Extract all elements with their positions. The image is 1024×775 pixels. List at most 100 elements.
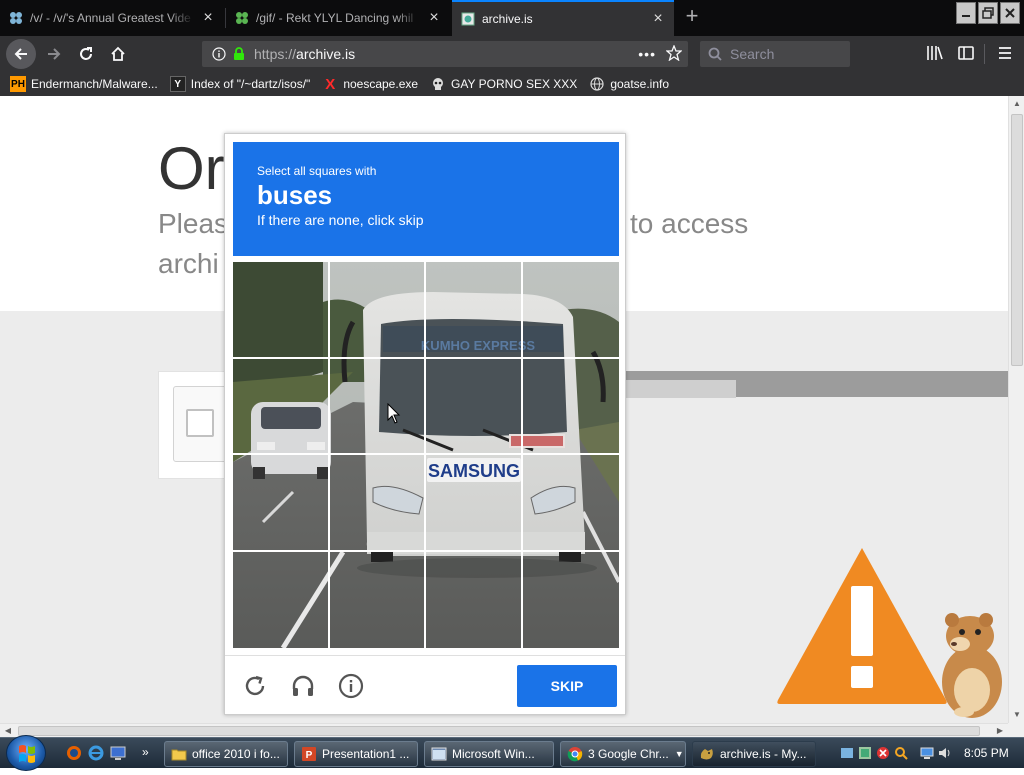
tab-close-icon[interactable]: × [426,9,442,27]
grid-tile[interactable] [233,262,330,359]
grid-tile[interactable] [522,359,619,455]
tray-app-icon[interactable] [840,746,854,760]
home-button[interactable] [104,40,132,68]
scroll-down-icon[interactable]: ▼ [1009,707,1024,723]
tab-close-icon[interactable]: × [650,10,666,28]
grid-tile[interactable] [426,358,523,455]
horizontal-scrollbar[interactable]: ◀ ▶ [0,723,1008,737]
tab-archive[interactable]: archive.is × [452,0,674,36]
grid-tile[interactable] [426,455,523,552]
taskbar-item-label: 3 Google Chr... [588,747,669,761]
url-bar[interactable]: https://archive.is ••• [202,41,688,67]
taskbar-item-label: Presentation1 ... [322,747,410,761]
site-info-icon[interactable] [208,47,230,61]
grid-tile[interactable] [523,552,620,649]
toolbar-separator [984,44,985,64]
scroll-thumb[interactable] [18,726,980,736]
arrow-left-icon [14,48,27,60]
x-icon: X [325,75,336,93]
bookmarks-toolbar: PH Endermanch/Malware... Y Index of "/~d… [0,72,1024,96]
tab-gif[interactable]: /gif/ - Rekt YLYL Dancing whil × [226,2,450,34]
grid-tile[interactable] [426,551,523,648]
new-tab-button[interactable]: + [680,4,704,28]
taskbar-item-windows[interactable]: Microsoft Win... [424,741,554,767]
grid-tile[interactable] [329,455,426,552]
bookmark-item[interactable]: Y Index of "/~dartz/isos/" [169,76,310,92]
library-icon[interactable] [926,44,944,65]
taskbar-item-label: archive.is - My... [720,747,807,761]
restore-button[interactable] [978,2,998,24]
sidebar-icon[interactable] [957,44,975,65]
search-input[interactable]: Search [700,41,850,67]
svg-text:P: P [306,750,313,761]
taskbar-item-powerpoint[interactable]: P Presentation1 ... [294,741,418,767]
grid-tile[interactable] [329,262,426,359]
bookmark-item[interactable]: X noescape.exe [322,75,418,93]
grid-tile[interactable] [233,551,330,648]
tray-error-icon[interactable] [876,746,890,760]
taskbar-item-firefox[interactable]: archive.is - My... [692,741,816,767]
tab-title: /gif/ - Rekt YLYL Dancing whil [256,11,414,25]
scroll-thumb[interactable] [1011,114,1023,366]
grid-tile[interactable] [233,358,330,455]
bookmark-item[interactable]: GAY PORNO SEX XXX [430,76,577,92]
bookmark-label: goatse.info [610,77,670,91]
folder-icon [171,749,187,761]
quicklaunch-overflow-icon[interactable]: » [142,745,158,761]
window-icon [431,747,447,761]
y-site-icon: Y [169,76,186,92]
scroll-up-icon[interactable]: ▲ [1009,96,1024,112]
tray-network-icon[interactable] [858,746,872,760]
group-dropdown-icon[interactable]: ▼ [675,749,684,759]
audio-challenge-icon[interactable] [289,672,317,700]
back-button[interactable] [6,39,36,69]
taskbar-clock[interactable]: 8:05 PM [964,746,1009,760]
grid-tile[interactable] [233,455,330,552]
tray-monitor-icon[interactable] [920,746,934,760]
4chan-clover-icon [234,10,250,26]
tray-search-icon[interactable] [894,746,908,760]
bookmark-item[interactable]: PH Endermanch/Malware... [10,76,158,92]
scroll-right-icon[interactable]: ▶ [992,724,1008,738]
grid-tile[interactable] [522,455,619,552]
firefox-icon [700,749,713,760]
warning-icon [777,548,947,704]
windows-logo-icon [19,745,35,763]
bookmark-label: Endermanch/Malware... [31,77,158,91]
tab-close-icon[interactable]: × [200,9,216,27]
volume-icon[interactable] [938,746,952,760]
bookmark-star-icon[interactable] [665,44,683,64]
info-icon[interactable] [337,672,365,700]
grid-tile[interactable] [426,262,523,359]
skull-icon [430,76,446,92]
grid-tile[interactable] [329,358,426,455]
grid-tile[interactable] [330,551,426,648]
recaptcha-checkbox[interactable] [186,409,214,437]
4chan-clover-icon [8,10,24,26]
powerpoint-icon: P [302,747,316,761]
quicklaunch-desktop-icon[interactable] [110,745,126,761]
close-window-button[interactable] [1000,2,1020,24]
quicklaunch-firefox-icon[interactable] [66,745,82,761]
bookmark-label: GAY PORNO SEX XXX [451,77,578,91]
recaptcha-challenge: Select all squares with buses If there a… [224,133,626,715]
tab-strip: /v/ - /v/'s Annual Greatest Vide × /gif/… [0,0,1024,36]
url-host: archive.is [296,46,356,62]
reload-button[interactable] [72,40,100,68]
reload-challenge-icon[interactable] [241,672,269,700]
hamster-icon [942,613,1002,718]
page-actions-icon[interactable]: ••• [638,46,656,62]
taskbar-item-explorer[interactable]: office 2010 i fo... [164,741,288,767]
vertical-scrollbar[interactable]: ▲ ▼ [1008,96,1024,723]
scrollbar-corner [1008,723,1024,737]
taskbar-item-chrome[interactable]: 3 Google Chr... ▼ [560,741,686,767]
menu-icon[interactable] [996,44,1014,65]
tab-v[interactable]: /v/ - /v/'s Annual Greatest Vide × [0,2,224,34]
minimize-button[interactable] [956,2,976,24]
skip-button[interactable]: SKIP [517,665,617,707]
bookmark-item[interactable]: goatse.info [589,76,669,92]
start-button[interactable] [6,735,46,771]
forward-button[interactable] [40,40,68,68]
quicklaunch-ie-icon[interactable] [88,745,104,761]
grid-tile[interactable] [522,262,619,359]
